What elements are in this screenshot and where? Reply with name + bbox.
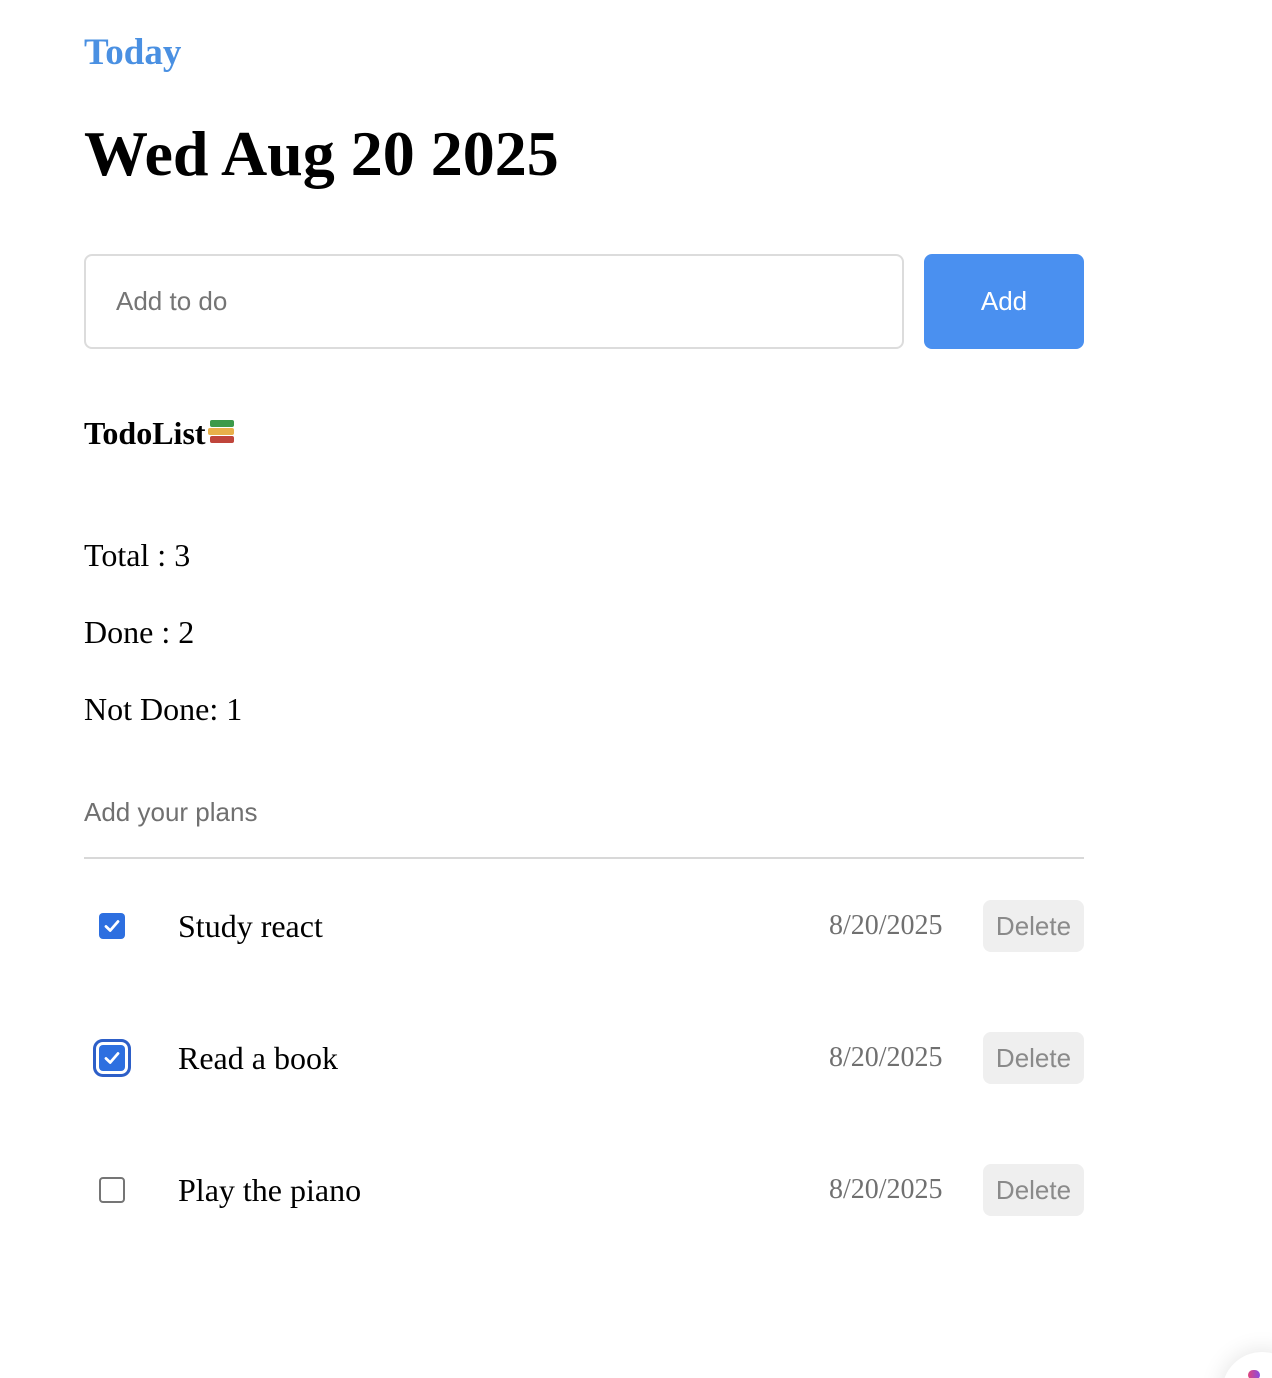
- todo-item: Play the piano 8/20/2025 Delete: [84, 1164, 1084, 1216]
- books-icon: [207, 418, 238, 446]
- delete-button[interactable]: Delete: [983, 900, 1084, 952]
- checkmark-icon: [104, 920, 120, 932]
- stat-not-done: Not Done: 1: [84, 691, 243, 727]
- today-label: Today: [84, 32, 182, 73]
- todo-date: 8/20/2025: [829, 1174, 943, 1205]
- todo-checkbox[interactable]: [99, 913, 125, 939]
- plans-label: Add your plans: [84, 797, 258, 827]
- todo-date: 8/20/2025: [829, 1042, 943, 1073]
- checkmark-icon: [104, 1052, 120, 1064]
- todo-text: Read a book: [178, 1040, 338, 1076]
- todo-item: Read a book 8/20/2025 Delete: [84, 1032, 1084, 1084]
- stat-total: Total : 3: [84, 537, 191, 573]
- todo-date: 8/20/2025: [829, 910, 943, 941]
- todo-checkbox[interactable]: [99, 1177, 125, 1203]
- stat-done: Done : 2: [84, 614, 195, 650]
- todo-checkbox[interactable]: [99, 1045, 125, 1071]
- divider: [84, 857, 1084, 859]
- add-todo-input[interactable]: [84, 254, 904, 349]
- todo-item: Study react 8/20/2025 Delete: [84, 900, 1084, 952]
- delete-button[interactable]: Delete: [983, 1032, 1084, 1084]
- page-title: Wed Aug 20 2025: [84, 118, 559, 189]
- todo-text: Play the piano: [178, 1172, 362, 1208]
- widget-logo-icon: [1248, 1370, 1260, 1378]
- todo-text: Study react: [178, 908, 323, 944]
- todo-list: Study react 8/20/2025 Delete Read a book…: [84, 900, 1084, 1296]
- floating-widget-button[interactable]: [1222, 1352, 1272, 1378]
- todo-list-title-text: TodoList: [84, 415, 206, 451]
- todo-list-title: TodoList: [84, 412, 238, 454]
- delete-button[interactable]: Delete: [983, 1164, 1084, 1216]
- add-button[interactable]: Add: [924, 254, 1084, 349]
- add-todo-form: Add: [84, 254, 1084, 349]
